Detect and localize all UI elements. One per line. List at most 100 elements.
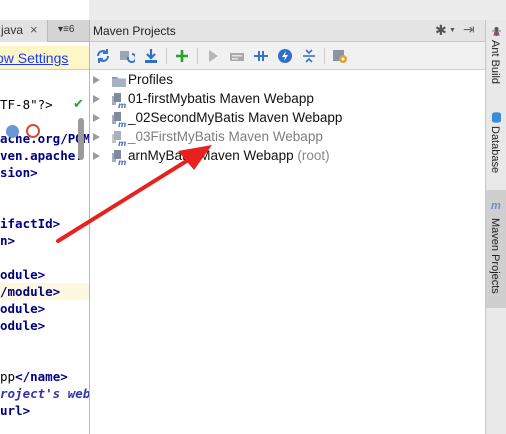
project-name: _03FirstMyBatis Maven Webapp bbox=[128, 129, 323, 144]
expand-arrow-icon[interactable] bbox=[93, 95, 100, 103]
editor-tab[interactable]: java × bbox=[0, 20, 48, 42]
database-icon bbox=[492, 112, 501, 123]
code-token: sion> bbox=[0, 165, 38, 180]
execute-goal-icon[interactable] bbox=[227, 46, 247, 66]
project-name: 01-firstMybatis Maven Webapp bbox=[128, 91, 314, 106]
maven-toolbar bbox=[90, 42, 485, 70]
ant-icon bbox=[492, 27, 501, 36]
code-token: ifactId> bbox=[0, 216, 61, 231]
code-line[interactable]: odule> bbox=[0, 266, 89, 283]
panel-title: Maven Projects bbox=[93, 24, 176, 38]
root-marker: (root) bbox=[297, 148, 330, 163]
code-token: pp bbox=[0, 369, 16, 384]
check-icon: ✔ bbox=[73, 96, 84, 111]
code-token: odule> bbox=[0, 318, 46, 333]
maven-module-icon: m bbox=[112, 131, 126, 146]
show-settings-link[interactable]: ow Settings bbox=[0, 50, 68, 66]
editor-tab-bar: java × ▾≡6 bbox=[0, 20, 89, 42]
maven-icon: m bbox=[491, 200, 501, 212]
code-line[interactable] bbox=[0, 249, 89, 266]
code-token: ven.apache. bbox=[0, 148, 83, 163]
chevron-down-icon[interactable]: ▼ bbox=[449, 27, 456, 34]
svg-text:m: m bbox=[118, 120, 126, 127]
settings-icon[interactable] bbox=[330, 46, 350, 66]
hide-panel-icon[interactable]: ⇥ bbox=[463, 21, 475, 38]
maven-module-icon: m bbox=[112, 150, 126, 165]
expand-arrow-icon[interactable] bbox=[93, 76, 100, 84]
code-line[interactable]: ven.apache. bbox=[0, 147, 89, 164]
ant-build-label: Ant Build bbox=[489, 40, 501, 85]
code-token: </name> bbox=[15, 369, 68, 384]
project-name: _02SecondMyBatis Maven Webapp bbox=[128, 110, 343, 125]
tree-item[interactable]: m _02SecondMyBatis Maven Webapp bbox=[90, 109, 485, 128]
code-token: TF-8"?> bbox=[0, 97, 53, 112]
ant-build-tool-button[interactable]: Ant Build bbox=[486, 22, 506, 98]
add-icon[interactable] bbox=[172, 46, 192, 66]
folder-icon bbox=[112, 77, 126, 87]
project-name: Profiles bbox=[128, 72, 174, 87]
browser-icon[interactable] bbox=[26, 124, 40, 138]
database-tool-button[interactable]: Database bbox=[486, 108, 506, 188]
code-line[interactable] bbox=[0, 351, 89, 368]
code-line[interactable] bbox=[0, 198, 89, 215]
code-token: url> bbox=[0, 403, 31, 418]
close-icon[interactable]: × bbox=[30, 22, 38, 37]
code-line[interactable]: odule> bbox=[0, 300, 89, 317]
database-label: Database bbox=[489, 126, 501, 174]
code-token: roject's web bbox=[0, 386, 89, 401]
tool-window-strip: Ant Build Database m Maven Projects bbox=[485, 20, 506, 434]
generate-sources-icon[interactable] bbox=[117, 46, 137, 66]
expand-arrow-icon[interactable] bbox=[93, 114, 100, 122]
browser-icon[interactable] bbox=[6, 125, 19, 138]
toolbar-separator bbox=[197, 48, 198, 64]
code-line[interactable]: ifactId> bbox=[0, 215, 89, 232]
panel-header: Maven Projects ✱ ▼ ⇥ bbox=[90, 20, 485, 42]
run-icon[interactable] bbox=[203, 46, 223, 66]
download-icon[interactable] bbox=[141, 46, 161, 66]
toolbar-separator bbox=[324, 48, 325, 64]
gear-icon[interactable]: ✱ bbox=[435, 22, 447, 39]
code-line[interactable]: url> bbox=[0, 402, 89, 419]
tab-list-button[interactable]: ▾≡6 bbox=[58, 24, 74, 35]
tree-item-label: arnMyBatis Maven Webapp (root) bbox=[128, 148, 330, 163]
tree-item-label: _02SecondMyBatis Maven Webapp bbox=[128, 110, 342, 125]
code-token: n> bbox=[0, 233, 16, 248]
expand-arrow-icon[interactable] bbox=[93, 133, 100, 141]
maven-projects-label: Maven Projects bbox=[489, 218, 501, 294]
code-line[interactable]: /module> bbox=[0, 283, 89, 300]
code-token: odule> bbox=[0, 267, 46, 282]
collapse-all-icon[interactable] bbox=[299, 46, 319, 66]
svg-text:m: m bbox=[118, 101, 126, 108]
code-line[interactable]: n> bbox=[0, 232, 89, 249]
tree-item-label: _03FirstMyBatis Maven Webapp bbox=[128, 129, 323, 144]
code-line[interactable]: roject's web bbox=[0, 385, 89, 402]
tree-item-label: Profiles bbox=[128, 72, 173, 87]
tree-item[interactable]: m 01-firstMybatis Maven Webapp bbox=[90, 90, 485, 109]
maven-projects-tool-button[interactable]: m Maven Projects bbox=[486, 190, 506, 308]
code-line[interactable]: pp</name> bbox=[0, 368, 89, 385]
maven-module-icon: m bbox=[112, 112, 126, 127]
code-line[interactable] bbox=[0, 334, 89, 351]
code-line[interactable] bbox=[0, 181, 89, 198]
project-name: arnMyBatis Maven Webapp bbox=[128, 148, 294, 163]
code-token: odule> bbox=[0, 301, 46, 316]
maven-projects-panel: Maven Projects ✱ ▼ ⇥ Profiles m 01-first… bbox=[90, 20, 485, 434]
tree-item[interactable]: Profiles bbox=[90, 71, 485, 90]
notification-bar: ow Settings bbox=[0, 46, 89, 70]
skip-tests-icon[interactable] bbox=[275, 46, 295, 66]
tree-item-label: 01-firstMybatis Maven Webapp bbox=[128, 91, 314, 106]
code-token: /module> bbox=[0, 284, 61, 299]
code-line[interactable]: odule> bbox=[0, 317, 89, 334]
maven-module-icon: m bbox=[112, 93, 126, 108]
tree-item[interactable]: m _03FirstMyBatis Maven Webapp bbox=[90, 128, 485, 147]
svg-text:m: m bbox=[118, 158, 126, 165]
expand-arrow-icon[interactable] bbox=[93, 152, 100, 160]
code-editor[interactable]: java × ▾≡6 ow Settings TF-8"?> ache.org/P… bbox=[0, 0, 89, 434]
tree-item[interactable]: m arnMyBatis Maven Webapp (root) bbox=[90, 147, 485, 166]
editor-scrollbar[interactable] bbox=[78, 118, 84, 160]
code-line[interactable]: sion> bbox=[0, 164, 89, 181]
toggle-offline-icon[interactable] bbox=[251, 46, 271, 66]
editor-tab-label: java bbox=[1, 23, 24, 37]
toolbar-separator bbox=[166, 48, 167, 64]
reimport-icon[interactable] bbox=[93, 46, 113, 66]
